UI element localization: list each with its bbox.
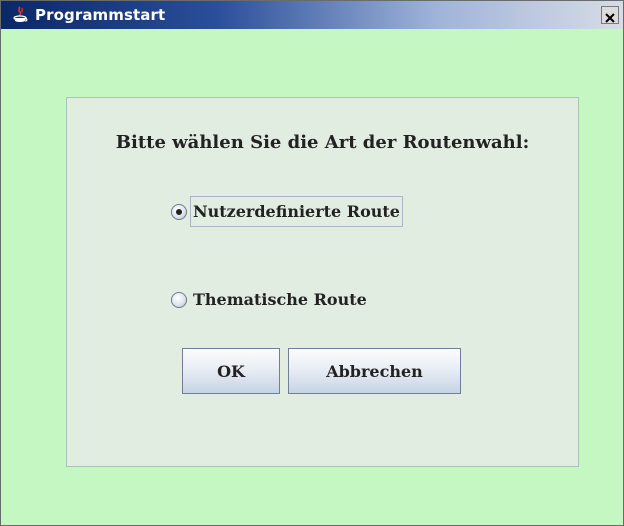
cancel-button[interactable]: Abbrechen bbox=[288, 348, 461, 394]
java-app-icon bbox=[11, 6, 29, 24]
ok-button[interactable]: OK bbox=[182, 348, 280, 394]
window-title: Programmstart bbox=[35, 6, 166, 24]
radio-selected-icon[interactable] bbox=[171, 203, 187, 220]
title-bar[interactable]: Programmstart bbox=[1, 1, 623, 29]
radio-dot bbox=[176, 208, 182, 215]
radio-unselected-icon[interactable] bbox=[171, 291, 187, 308]
close-icon bbox=[604, 9, 616, 23]
route-choice-panel: Bitte wählen Sie die Art der Routenwahl:… bbox=[66, 97, 579, 467]
close-button[interactable] bbox=[601, 6, 619, 24]
route-prompt: Bitte wählen Sie die Art der Routenwahl: bbox=[115, 132, 530, 153]
dialog-window: Programmstart Bitte wählen Sie die Art d… bbox=[0, 0, 624, 526]
radio-label-user-defined[interactable]: Nutzerdefinierte Route bbox=[190, 196, 403, 227]
radio-thematic-route[interactable]: Thematische Route bbox=[171, 284, 370, 315]
radio-label-thematic[interactable]: Thematische Route bbox=[190, 284, 370, 315]
radio-user-defined-route[interactable]: Nutzerdefinierte Route bbox=[171, 196, 403, 227]
